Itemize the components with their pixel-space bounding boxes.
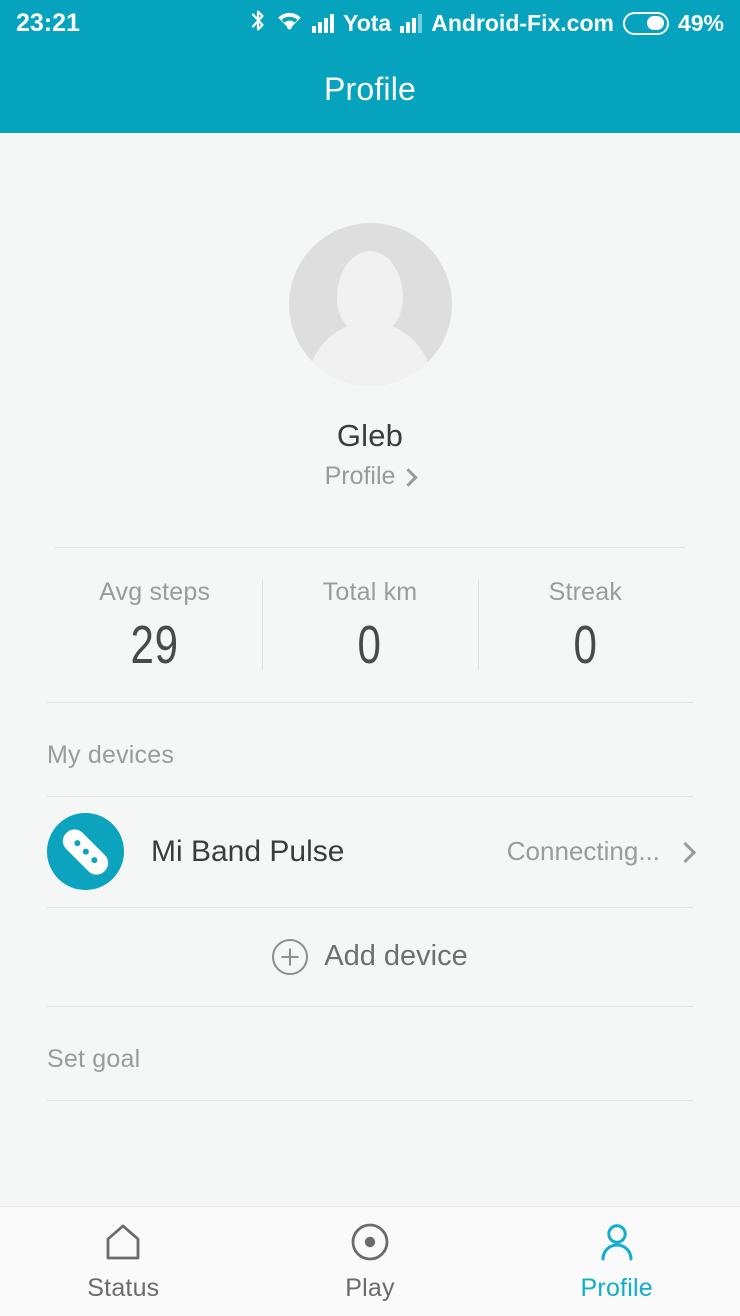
carrier-name-secondary: Android-Fix.com — [431, 9, 614, 36]
play-target-icon — [349, 1221, 391, 1263]
status-indicators: Yota Android-Fix.com 49% — [249, 8, 724, 38]
status-bar: 23:21 Yota Android-Fix.com 49% — [0, 0, 740, 46]
device-status-label: Connecting... — [506, 836, 660, 867]
band-glyph — [58, 824, 113, 879]
nav-item-play[interactable]: Play — [247, 1221, 494, 1303]
status-clock: 23:21 — [16, 8, 80, 37]
person-icon — [596, 1221, 638, 1263]
add-device-button[interactable]: Add device — [47, 908, 693, 1006]
stat-label: Streak — [548, 578, 623, 606]
app-bar: Profile — [0, 46, 740, 133]
mi-band-icon — [47, 813, 124, 891]
stats-row: Avg steps 29 Total km 0 Streak 0 — [47, 548, 693, 702]
chevron-right-icon — [399, 468, 419, 487]
scroll-content: Gleb Profile Avg steps 29 Total km 0 Str… — [0, 133, 740, 1206]
nav-item-status[interactable]: Status — [0, 1221, 247, 1303]
divider-below-set-goal-heading — [47, 1099, 693, 1101]
device-name-label: Mi Band Pulse — [151, 834, 345, 868]
stat-streak[interactable]: Streak 0 — [477, 574, 693, 676]
battery-icon — [622, 11, 669, 35]
chevron-right-icon — [674, 842, 697, 864]
carrier-name-primary: Yota — [343, 9, 392, 36]
signal-bars-icon-1 — [312, 13, 335, 33]
avatar-placeholder-icon[interactable] — [288, 223, 452, 386]
add-device-label: Add device — [324, 940, 468, 973]
nav-label: Play — [345, 1273, 395, 1302]
profile-name: Gleb — [336, 418, 404, 453]
stat-avg-steps[interactable]: Avg steps 29 — [47, 574, 262, 676]
stat-value: 0 — [573, 615, 598, 675]
plus-circle-icon — [272, 938, 309, 975]
phone-screen: 23:21 Yota Android-Fix.com 49% Profile G… — [0, 0, 740, 1316]
avatar-container — [0, 133, 740, 386]
nav-item-profile[interactable]: Profile — [493, 1221, 740, 1303]
bottom-navigation: Status Play Profile — [0, 1206, 740, 1316]
avatar-body-shape — [307, 322, 433, 386]
stat-value: 29 — [130, 615, 179, 675]
home-icon — [102, 1221, 144, 1263]
device-row[interactable]: Mi Band Pulse Connecting... — [47, 797, 697, 907]
battery-percent-label: 49% — [677, 9, 724, 36]
wifi-icon — [276, 10, 303, 37]
stat-total-km[interactable]: Total km 0 — [262, 574, 477, 676]
my-devices-heading: My devices — [47, 740, 175, 769]
signal-bars-icon-2 — [400, 13, 423, 33]
nav-label: Status — [87, 1273, 160, 1302]
page-title: Profile — [323, 71, 417, 107]
nav-label: Profile — [580, 1273, 653, 1302]
stat-label: Avg steps — [99, 578, 211, 606]
bluetooth-icon — [249, 8, 267, 38]
set-goal-heading: Set goal — [47, 1044, 141, 1073]
stat-value: 0 — [357, 615, 383, 675]
profile-details-link[interactable]: Profile — [0, 462, 740, 491]
stat-label: Total km — [322, 578, 418, 606]
profile-link-label: Profile — [324, 462, 396, 490]
